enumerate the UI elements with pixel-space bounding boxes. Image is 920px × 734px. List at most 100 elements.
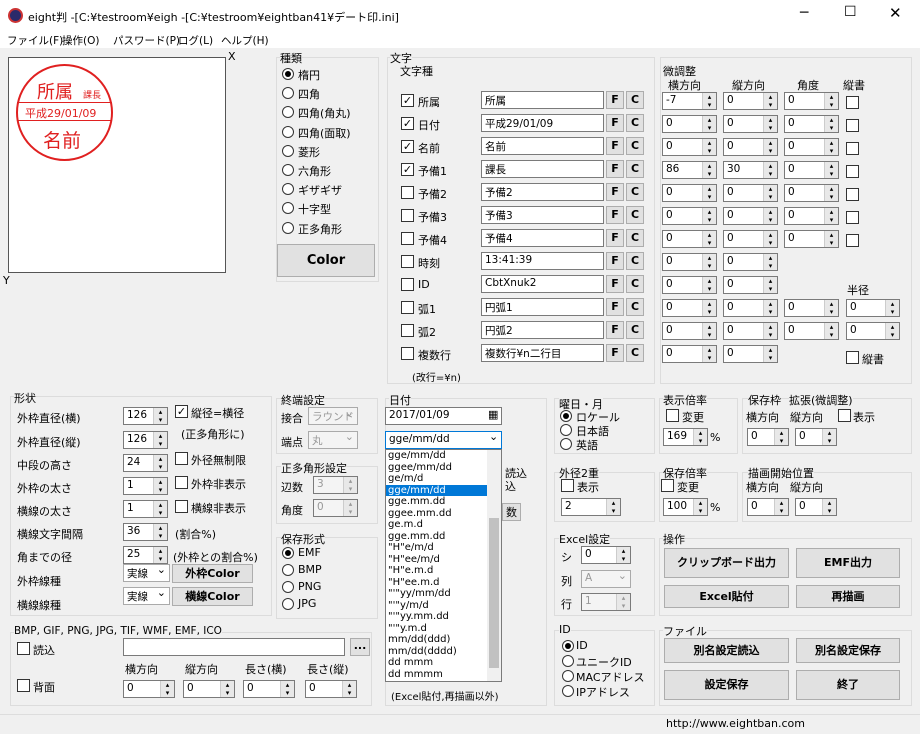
id-radio[interactable] bbox=[562, 670, 574, 682]
drawpos-v-input[interactable]: 0 bbox=[795, 498, 837, 516]
fine-v-input[interactable]: 0 bbox=[723, 253, 778, 271]
exit-button[interactable]: 終了 bbox=[796, 670, 900, 700]
fine-angle-input[interactable]: 0 bbox=[784, 115, 839, 133]
menu-password[interactable]: パスワード(P) bbox=[113, 33, 180, 48]
fine-radius-input[interactable]: 0 bbox=[846, 322, 900, 340]
date-format-option[interactable]: "'"yy.mm.dd bbox=[386, 611, 487, 623]
text-row-check[interactable]: ✓ bbox=[401, 140, 414, 153]
text-row-check[interactable] bbox=[401, 186, 414, 199]
font-button[interactable]: F bbox=[606, 298, 624, 316]
image-field-input[interactable]: 0 bbox=[123, 680, 175, 698]
save-format-radio[interactable] bbox=[282, 564, 294, 576]
excel-paste-button[interactable]: Excel貼付 bbox=[664, 585, 789, 608]
dropdown-scroll-thumb[interactable] bbox=[489, 518, 499, 668]
shape-radio[interactable] bbox=[282, 68, 294, 80]
date-format-option[interactable]: gge.mm.dd bbox=[386, 531, 487, 543]
date-format-option[interactable]: "H"e.m.d bbox=[386, 565, 487, 577]
form-input[interactable]: 1 bbox=[123, 500, 168, 518]
color-button-small[interactable]: C bbox=[626, 114, 644, 132]
poly-angle-input[interactable]: 0 bbox=[313, 499, 358, 517]
date-format-option[interactable]: ggee/mm/dd bbox=[386, 462, 487, 474]
savescale-check[interactable] bbox=[661, 479, 674, 492]
fine-angle-input[interactable]: 0 bbox=[784, 322, 839, 340]
status-url[interactable]: http://www.eightban.com bbox=[666, 717, 805, 730]
date-format-option[interactable]: dd mmmm bbox=[386, 669, 487, 681]
fine-angle-input[interactable]: 0 bbox=[784, 299, 839, 317]
id-radio[interactable] bbox=[562, 655, 574, 667]
form-input[interactable]: 126 bbox=[123, 407, 168, 425]
shape-radio[interactable] bbox=[282, 125, 294, 138]
sides-input[interactable]: 3 bbox=[313, 476, 358, 494]
fine-v-input[interactable]: 0 bbox=[723, 276, 778, 294]
image-read-check[interactable] bbox=[17, 642, 30, 655]
text-row-input[interactable]: 円弧2 bbox=[481, 321, 604, 339]
youbi-radio[interactable] bbox=[560, 438, 572, 450]
color-button-small[interactable]: C bbox=[626, 229, 644, 247]
text-row-check[interactable]: ✓ bbox=[401, 94, 414, 107]
zoom-check[interactable] bbox=[838, 409, 851, 422]
cap-select[interactable]: 丸 bbox=[308, 430, 358, 449]
save-format-radio[interactable] bbox=[282, 581, 294, 593]
fine-vertical-check[interactable] bbox=[846, 234, 859, 247]
sheet-input[interactable]: 0 bbox=[581, 546, 631, 564]
font-button[interactable]: F bbox=[606, 206, 624, 224]
menu-help[interactable]: ヘルプ(H) bbox=[221, 33, 269, 48]
shape-radio[interactable] bbox=[282, 164, 294, 176]
fine-angle-input[interactable]: 0 bbox=[784, 230, 839, 248]
fine-h-input[interactable]: 0 bbox=[662, 230, 717, 248]
youbi-radio[interactable] bbox=[560, 410, 572, 422]
fine-v-input[interactable]: 0 bbox=[723, 299, 778, 317]
id-radio[interactable] bbox=[562, 685, 574, 697]
equal-diameter-check[interactable]: ✓ bbox=[175, 405, 188, 418]
clipboard-button[interactable]: クリップボード出力 bbox=[664, 548, 789, 578]
font-button[interactable]: F bbox=[606, 252, 624, 270]
fine-v-input[interactable]: 30 bbox=[723, 161, 778, 179]
fine-vertical-check[interactable] bbox=[846, 142, 859, 155]
color-button-small[interactable]: C bbox=[626, 321, 644, 339]
menu-log[interactable]: ログ(L) bbox=[178, 33, 213, 48]
font-button[interactable]: F bbox=[606, 114, 624, 132]
dispscale-input[interactable]: 169 bbox=[663, 428, 708, 446]
browse-button[interactable]: ... bbox=[350, 638, 370, 656]
youbi-radio[interactable] bbox=[560, 424, 572, 436]
date-format-option[interactable]: "H"ee/m/d bbox=[386, 554, 487, 566]
text-row-check[interactable] bbox=[401, 324, 414, 337]
font-button[interactable]: F bbox=[606, 229, 624, 247]
color-button-small[interactable]: C bbox=[626, 206, 644, 224]
fine-v-input[interactable]: 0 bbox=[723, 138, 778, 156]
savescale-input[interactable]: 100 bbox=[663, 498, 708, 516]
color-button[interactable]: Color bbox=[277, 244, 375, 277]
outer-color-button[interactable]: 外枠Color bbox=[172, 564, 253, 583]
fine-h-input[interactable]: 0 bbox=[662, 345, 717, 363]
fine-h-input[interactable]: 0 bbox=[662, 138, 717, 156]
savepos-h-input[interactable]: 0 bbox=[747, 428, 789, 446]
text-row-input[interactable]: 円弧1 bbox=[481, 298, 604, 316]
fine-vertical-check[interactable] bbox=[846, 119, 859, 132]
text-row-input[interactable]: 所属 bbox=[481, 91, 604, 109]
date-format-option[interactable]: "'"y/m/d bbox=[386, 600, 487, 612]
text-row-input[interactable]: 課長 bbox=[481, 160, 604, 178]
color-button-small[interactable]: C bbox=[626, 298, 644, 316]
hide-outer-check[interactable] bbox=[175, 476, 188, 489]
text-row-input[interactable]: 複数行¥n二行目 bbox=[481, 344, 604, 362]
fine-h-input[interactable]: 0 bbox=[662, 299, 717, 317]
load-alias-button[interactable]: 別名設定読込 bbox=[664, 638, 789, 663]
outer2-check[interactable] bbox=[561, 479, 574, 492]
font-button[interactable]: F bbox=[606, 160, 624, 178]
fine-h-input[interactable]: 0 bbox=[662, 253, 717, 271]
image-field-input[interactable]: 0 bbox=[243, 680, 295, 698]
close-icon[interactable]: ✕ bbox=[889, 4, 902, 22]
form-input[interactable]: 126 bbox=[123, 431, 168, 449]
fine-radius-input[interactable]: 0 bbox=[846, 299, 900, 317]
color-button-small[interactable]: C bbox=[626, 344, 644, 362]
line-line-type[interactable]: 実線 bbox=[123, 586, 170, 605]
fine-angle-input[interactable]: 0 bbox=[784, 161, 839, 179]
save-settings-button[interactable]: 設定保存 bbox=[664, 670, 789, 700]
maximize-icon[interactable]: ☐ bbox=[844, 4, 857, 20]
text-row-check[interactable] bbox=[401, 255, 414, 268]
date-format-option[interactable]: "'"y.m.d bbox=[386, 623, 487, 635]
image-bg-check[interactable] bbox=[17, 679, 30, 692]
savepos-v-input[interactable]: 0 bbox=[795, 428, 837, 446]
date-format-select[interactable]: gge/mm/dd bbox=[385, 431, 502, 449]
form-input[interactable]: 24 bbox=[123, 454, 168, 472]
